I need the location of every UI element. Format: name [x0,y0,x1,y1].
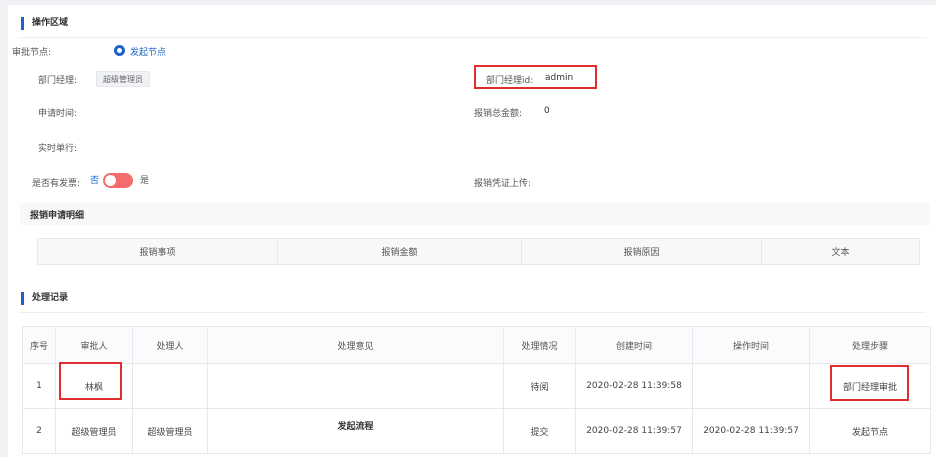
divider [18,37,926,38]
apply-time-label: 申请时间: [38,109,78,119]
switch-on-text: 是 [140,176,150,186]
main-panel: 操作区域 审批节点: 发起节点 部门经理: 超级管理员 部门经理id: admi… [8,5,936,457]
records-col-handler: 处理人 [132,326,208,364]
operation-section-title: 操作区域 [21,17,68,30]
row-operated [692,363,810,409]
row-created: 2020-02-28 11:39:58 [575,363,693,409]
divider [18,312,926,313]
detail-col-reason: 报销原因 [521,238,762,265]
dept-manager-label: 部门经理: [38,76,78,86]
row-opinion: 发起流程 [207,408,504,454]
row-approver: 超级管理员 [55,408,133,454]
approval-node-option[interactable]: 发起节点 [130,45,166,58]
dept-manager-tag: 超级管理员 [96,71,150,87]
records-section-title: 处理记录 [21,292,68,305]
row-opinion [207,363,504,409]
records-col-operated: 操作时间 [692,326,810,364]
records-col-step: 处理步骤 [809,326,931,364]
records-table-header-row: 序号 审批人 处理人 处理意见 处理情况 创建时间 操作时间 处理步骤 [22,326,931,364]
row-step: 发起节点 [809,408,931,454]
row-operated: 2020-02-28 11:39:57 [692,408,810,454]
row-handler: 超级管理员 [132,408,208,454]
records-col-approver: 审批人 [55,326,133,364]
approval-node-label: 审批节点: [12,48,52,58]
invoice-toggle-switch[interactable] [103,173,133,188]
row-status: 提交 [503,408,576,454]
switch-off-text: 否 [90,176,100,186]
has-invoice-label: 是否有发票: [32,179,81,189]
row-handler [132,363,208,409]
table-row: 2 超级管理员 超级管理员 发起流程 提交 2020-02-28 11:39:5… [22,408,931,454]
detail-col-text: 文本 [761,238,920,265]
total-amount-label: 报销总金额: [474,109,523,119]
row-created: 2020-02-28 11:39:57 [575,408,693,454]
records-col-index: 序号 [22,326,56,364]
detail-section-header: 报销申请明细 [20,203,930,225]
table-row: 1 林枫 待阅 2020-02-28 11:39:58 部门经理审批 [22,363,931,409]
total-amount-value: 0 [544,106,550,116]
records-table: 序号 审批人 处理人 处理意见 处理情况 创建时间 操作时间 处理步骤 1 林枫… [22,326,931,454]
detail-table: 报销事项 报销金额 报销原因 文本 [37,238,920,265]
detail-table-header-row: 报销事项 报销金额 报销原因 文本 [37,238,920,265]
switch-knob [105,175,116,186]
highlight-box-approver [59,362,122,400]
detail-col-item: 报销事项 [37,238,278,265]
row-index: 1 [22,363,56,409]
records-col-status: 处理情况 [503,326,576,364]
highlight-box-manager-id [474,65,597,89]
records-col-opinion: 处理意见 [207,326,504,364]
approval-node-radio[interactable] [114,45,125,56]
records-col-created: 创建时间 [575,326,693,364]
highlight-box-step [830,365,909,401]
detail-section-title: 报销申请明细 [30,211,85,221]
row-status: 待阅 [503,363,576,409]
voucher-upload-label: 报销凭证上传: [474,179,532,189]
actual-form-label: 实时单行: [38,144,78,154]
row-index: 2 [22,408,56,454]
detail-col-amount: 报销金额 [277,238,522,265]
